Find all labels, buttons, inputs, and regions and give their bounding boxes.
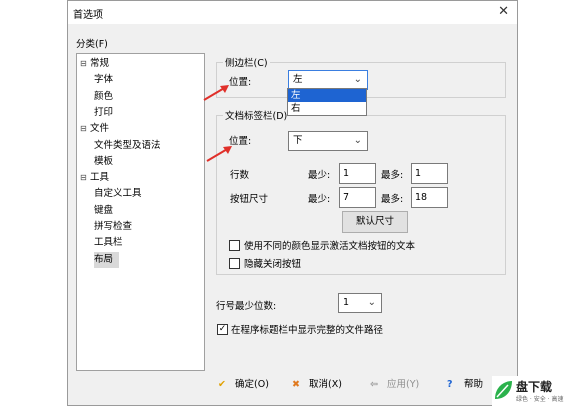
tree-item-label: 键盘 xyxy=(94,204,114,216)
tree-item[interactable]: ⊟ 文件 xyxy=(80,121,109,137)
ok-button[interactable]: ✔ 确定(O) xyxy=(218,376,269,394)
tree-item[interactable]: 布局 xyxy=(94,251,120,268)
tree-item[interactable]: 工具栏 xyxy=(94,235,123,251)
tree-item[interactable]: 颜色 xyxy=(94,89,113,105)
logo-text: 盘下载 xyxy=(516,380,553,394)
site-logo: 盘下载 绿色 · 安全 · 高速 xyxy=(492,376,572,406)
cancel-button[interactable]: ✖ 取消(X) xyxy=(292,376,342,394)
tree-item[interactable]: 打印 xyxy=(94,105,113,121)
btnsize-label: 按钮尺寸 xyxy=(230,194,269,205)
tree-item-label: 模板 xyxy=(94,155,114,167)
window-title: 首选项 xyxy=(73,10,103,21)
chevron-down-icon: ⌄ xyxy=(353,135,362,146)
tabs-group-title: 文档标签栏(D) xyxy=(223,108,290,122)
btn-max-input[interactable]: 18 xyxy=(411,187,448,208)
category-tree[interactable]: ⊟ 常规 字体 颜色 打印 ⊟ 文件 文件类型及语法 模板 ⊟ 工具 自定义工具 键盘 拼写检查 工具栏 布局 xyxy=(76,53,205,371)
title-bar: 首选项 ✕ xyxy=(68,1,517,24)
rows-label: 行数 xyxy=(230,170,250,181)
tree-item-label: 工具 xyxy=(90,172,110,184)
ok-label: 确定(O) xyxy=(235,379,269,390)
category-label: 分类(F) xyxy=(76,39,108,50)
tree-item-label: 自定义工具 xyxy=(94,188,142,200)
help-label: 帮助 xyxy=(464,379,484,390)
preferences-dialog: 首选项 ✕ 分类(F) ⊟ 常规 字体 颜色 打印 ⊟ 文件 文件类型及语法 模板 ⊟ 工具 自定义工… xyxy=(67,0,518,406)
colors-checkbox-label: 使用不同的颜色显示激活文档按钮的文本 xyxy=(244,241,416,252)
sidebar-group-title: 侧边栏(C) xyxy=(223,55,270,69)
tree-item[interactable]: ⊟ 工具 xyxy=(80,170,109,186)
expander-icon[interactable]: ⊟ xyxy=(80,121,90,137)
annotation-arrow xyxy=(203,85,229,101)
sidebar-position-select[interactable]: 左 ⌄ xyxy=(288,70,368,90)
full-path-checkbox-label: 在程序标题栏中显示完整的文件路径 xyxy=(231,325,384,336)
dropdown-option[interactable]: 右 xyxy=(288,102,366,115)
x-icon: ✖ xyxy=(292,379,300,390)
expander-icon[interactable]: ⊟ xyxy=(80,170,90,186)
rows-max-input[interactable]: 1 xyxy=(411,163,448,184)
tree-item-label: 工具栏 xyxy=(94,237,123,249)
logo-subtext: 绿色 · 安全 · 高速 xyxy=(516,396,564,403)
tree-item[interactable]: 自定义工具 xyxy=(94,186,142,202)
apply-button[interactable]: ⇦ 应用(Y) xyxy=(370,376,419,394)
tree-item-label: 文件 xyxy=(90,123,110,135)
tree-item[interactable]: ⊟ 常规 xyxy=(80,56,109,72)
help-button[interactable]: ? 帮助 xyxy=(447,376,483,394)
tree-item-label: 打印 xyxy=(94,106,114,118)
default-size-button[interactable]: 默认尺寸 xyxy=(342,211,408,233)
rows-min-input[interactable]: 1 xyxy=(339,163,376,184)
tree-item-label: 颜色 xyxy=(94,90,114,102)
line-number-select[interactable]: 1 ⌄ xyxy=(338,293,382,313)
tree-item-label: 常规 xyxy=(90,58,110,69)
close-icon[interactable]: ✕ xyxy=(498,4,509,19)
chevron-down-icon: ⌄ xyxy=(367,297,376,308)
hide-close-checkbox-label: 隐藏关闭按钮 xyxy=(244,259,302,270)
hide-close-checkbox[interactable] xyxy=(229,258,240,269)
expander-icon[interactable]: ⊟ xyxy=(80,56,90,72)
rows-min-label: 最少: xyxy=(308,170,331,181)
apply-label: 应用(Y) xyxy=(387,379,420,390)
tree-item-label: 文件类型及语法 xyxy=(94,139,161,151)
tree-item[interactable]: 键盘 xyxy=(94,203,113,219)
tree-item[interactable]: 文件类型及语法 xyxy=(94,138,161,154)
rows-max-label: 最多: xyxy=(381,170,404,181)
tree-item-label: 拼写检查 xyxy=(94,221,133,232)
annotation-arrow xyxy=(206,146,232,162)
tree-item[interactable]: 模板 xyxy=(94,154,113,170)
tree-item-label: 布局 xyxy=(94,253,114,265)
tabs-position-select[interactable]: 下 ⌄ xyxy=(288,131,368,151)
btn-min-label: 最少: xyxy=(308,194,331,205)
sidebar-position-dropdown[interactable]: 左右 xyxy=(287,88,367,116)
sidebar-position-label: 位置: xyxy=(229,77,252,88)
tree-item-label: 字体 xyxy=(94,74,114,86)
tabs-position-value: 下 xyxy=(293,135,303,146)
tree-item[interactable]: 字体 xyxy=(94,72,113,88)
tree-item[interactable]: 拼写检查 xyxy=(94,219,132,235)
btn-max-label: 最多: xyxy=(381,194,404,205)
sidebar-position-value: 左 xyxy=(293,74,303,85)
checkmark-icon: ✔ xyxy=(218,379,226,390)
chevron-down-icon: ⌄ xyxy=(353,74,362,85)
cancel-label: 取消(X) xyxy=(309,379,342,390)
help-icon: ? xyxy=(447,379,453,390)
line-number-label: 行号最少位数: xyxy=(216,301,277,312)
leaf-logo-icon xyxy=(495,381,512,399)
dropdown-option[interactable]: 左 xyxy=(288,89,366,102)
btn-min-input[interactable]: 7 xyxy=(339,187,376,208)
colors-checkbox[interactable] xyxy=(229,240,240,251)
full-path-checkbox[interactable]: ✓ xyxy=(217,324,228,335)
back-arrow-icon: ⇦ xyxy=(370,379,378,390)
line-number-value: 1 xyxy=(343,297,350,308)
